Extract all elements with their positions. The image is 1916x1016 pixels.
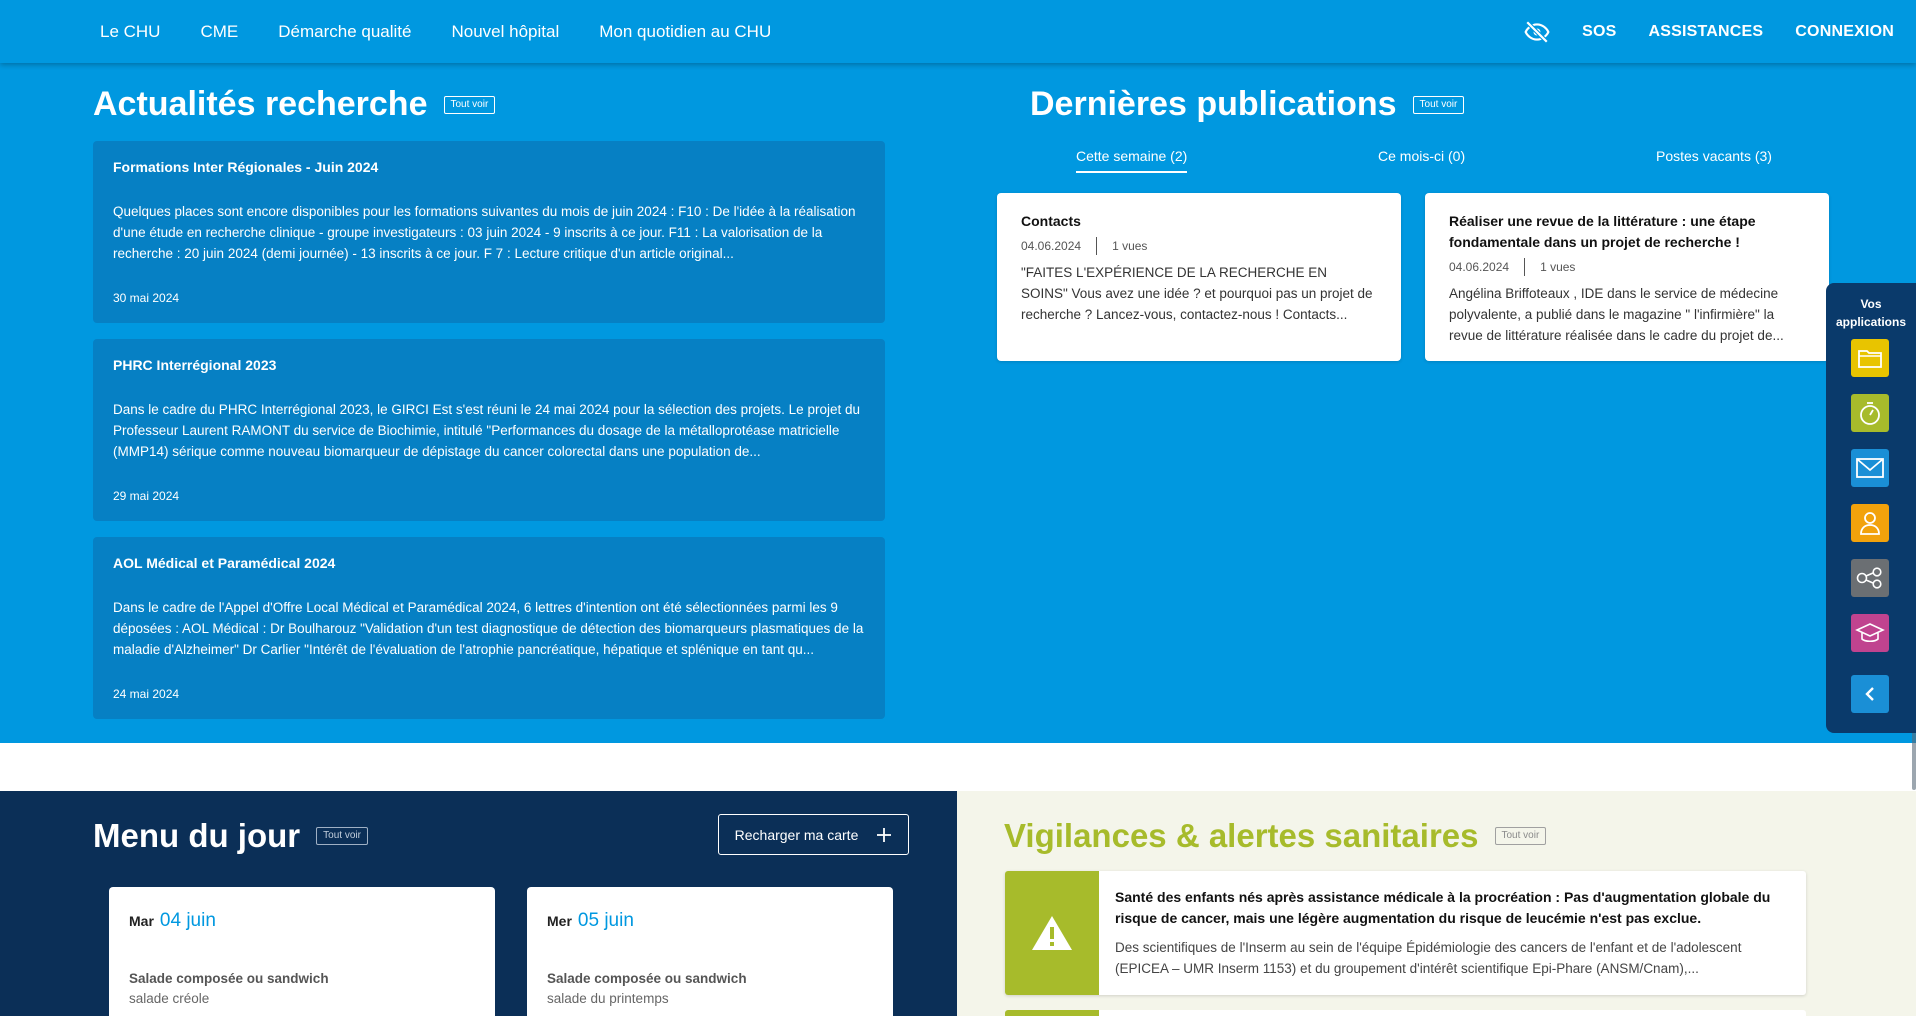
app-timer-button[interactable] bbox=[1851, 394, 1889, 432]
menu-see-all-button[interactable]: Tout voir bbox=[316, 827, 368, 845]
meta-divider bbox=[1096, 237, 1098, 255]
day-menu-header: Mer 05 juin bbox=[547, 910, 634, 932]
app-network-button[interactable] bbox=[1851, 559, 1889, 597]
mail-icon bbox=[1856, 458, 1884, 478]
warning-icon bbox=[1032, 916, 1072, 950]
vigilances-section-title: Vigilances & alertes sanitaires Tout voi… bbox=[1004, 817, 1547, 855]
publication-title: Contacts bbox=[1021, 213, 1081, 229]
publication-views: 1 vues bbox=[1540, 260, 1576, 274]
alert-icon-box bbox=[1005, 871, 1099, 995]
timer-icon bbox=[1860, 402, 1880, 425]
day-name: Mer bbox=[547, 913, 572, 929]
day-name: Mar bbox=[129, 913, 154, 929]
menu-section: Menu du jour Tout voir Recharger ma cart… bbox=[0, 791, 957, 1016]
news-card-date: 24 mai 2024 bbox=[113, 687, 180, 701]
research-see-all-button[interactable]: Tout voir bbox=[443, 95, 496, 114]
chevron-left-icon bbox=[1865, 687, 1874, 701]
network-icon bbox=[1856, 567, 1882, 589]
news-card-title: AOL Médical et Paramédical 2024 bbox=[113, 555, 336, 571]
publication-card[interactable]: Contacts 04.06.2024 1 vues "FAITES L'EXP… bbox=[997, 193, 1401, 361]
news-card[interactable]: Formations Inter Régionales - Juin 2024 … bbox=[93, 141, 885, 323]
alert-excerpt: Des scientifiques de l'Inserm au sein de… bbox=[1115, 940, 1742, 976]
news-card-date: 30 mai 2024 bbox=[113, 291, 180, 305]
user-icon bbox=[1860, 512, 1880, 535]
folder-icon bbox=[1858, 350, 1882, 368]
news-card[interactable]: AOL Médical et Paramédical 2024 Dans le … bbox=[93, 537, 885, 719]
nav-item-demarche-qualite[interactable]: Démarche qualité bbox=[278, 22, 411, 42]
news-card-title: Formations Inter Régionales - Juin 2024 bbox=[113, 159, 379, 175]
alert-title: Santé des enfants nés après assistance m… bbox=[1115, 889, 1771, 926]
day-menu-card[interactable]: Mar 04 juin Salade composée ou sandwich … bbox=[109, 887, 495, 1016]
top-navigation: Le CHU CME Démarche qualité Nouvel hôpit… bbox=[0, 0, 1916, 63]
app-user-button[interactable] bbox=[1851, 504, 1889, 542]
apps-panel-title: Vos applications bbox=[1826, 295, 1916, 331]
publication-excerpt: "FAITES L'EXPÉRIENCE DE LA RECHERCHE EN … bbox=[1021, 265, 1373, 322]
news-card-title: PHRC Interrégional 2023 bbox=[113, 357, 277, 373]
alert-card-partial[interactable] bbox=[1005, 1010, 1806, 1016]
collapse-panel-button[interactable] bbox=[1851, 675, 1889, 713]
reload-card-label: Recharger ma carte bbox=[734, 826, 859, 843]
alert-icon-box bbox=[1005, 1010, 1099, 1016]
publication-date: 04.06.2024 bbox=[1021, 239, 1082, 253]
research-title: Actualités recherche bbox=[93, 85, 428, 123]
news-card[interactable]: PHRC Interrégional 2023 Dans le cadre du… bbox=[93, 339, 885, 521]
assistances-link[interactable]: ASSISTANCES bbox=[1648, 23, 1763, 41]
reload-card-button[interactable]: Recharger ma carte bbox=[718, 814, 909, 855]
publication-date: 04.06.2024 bbox=[1449, 260, 1510, 274]
vigilances-title: Vigilances & alertes sanitaires bbox=[1004, 817, 1479, 854]
publication-excerpt: Angélina Briffoteaux , IDE dans le servi… bbox=[1449, 286, 1784, 343]
nav-actions: SOS ASSISTANCES CONNEXION bbox=[1524, 0, 1894, 63]
publications-section-title: Dernières publications Tout voir bbox=[1030, 85, 1465, 124]
nav-item-nouvel-hopital[interactable]: Nouvel hôpital bbox=[452, 22, 560, 42]
meta-divider bbox=[1524, 258, 1526, 276]
dish-category: Salade composée ou sandwich bbox=[547, 971, 747, 986]
nav-item-le-chu[interactable]: Le CHU bbox=[100, 22, 160, 42]
vigilances-section: Vigilances & alertes sanitaires Tout voi… bbox=[957, 791, 1916, 1016]
publications-tabs: Cette semaine (2) Ce mois-ci (0) Postes … bbox=[1000, 148, 1880, 178]
tab-cette-semaine[interactable]: Cette semaine (2) bbox=[1076, 148, 1188, 173]
apps-panel-title-line1: Vos bbox=[1860, 297, 1882, 311]
menu-title: Menu du jour bbox=[93, 817, 301, 854]
research-publications-section: Actualités recherche Tout voir Formation… bbox=[0, 63, 1916, 743]
news-card-excerpt: Quelques places sont encore disponibles … bbox=[113, 204, 856, 261]
apps-panel-title-line2: applications bbox=[1835, 315, 1906, 329]
news-card-date: 29 mai 2024 bbox=[113, 489, 180, 503]
dish-category: Salade composée ou sandwich bbox=[129, 971, 329, 986]
day-menu-header: Mar 04 juin bbox=[129, 910, 216, 932]
news-card-excerpt: Dans le cadre de l'Appel d'Offre Local M… bbox=[113, 600, 864, 657]
main-menu: Le CHU CME Démarche qualité Nouvel hôpit… bbox=[100, 0, 771, 63]
vigilances-see-all-button[interactable]: Tout voir bbox=[1494, 827, 1547, 845]
app-mail-button[interactable] bbox=[1851, 449, 1889, 487]
tab-ce-mois-ci[interactable]: Ce mois-ci (0) bbox=[1378, 148, 1465, 171]
publications-see-all-button[interactable]: Tout voir bbox=[1412, 95, 1465, 114]
publication-card[interactable]: Réaliser une revue de la littérature : u… bbox=[1425, 193, 1829, 361]
day-menu-card[interactable]: Mer 05 juin Salade composée ou sandwich … bbox=[527, 887, 893, 1016]
publication-meta: 04.06.2024 1 vues bbox=[1449, 258, 1805, 276]
nav-item-cme[interactable]: CME bbox=[200, 22, 238, 42]
app-education-button[interactable] bbox=[1851, 614, 1889, 652]
graduation-cap-icon bbox=[1855, 623, 1885, 643]
connexion-link[interactable]: CONNEXION bbox=[1795, 23, 1894, 41]
plus-icon bbox=[877, 827, 892, 842]
alert-card[interactable]: Santé des enfants nés après assistance m… bbox=[1005, 871, 1806, 995]
tab-postes-vacants[interactable]: Postes vacants (3) bbox=[1656, 148, 1772, 171]
publication-views: 1 vues bbox=[1112, 239, 1148, 253]
sos-link[interactable]: SOS bbox=[1582, 23, 1616, 41]
nav-item-mon-quotidien[interactable]: Mon quotidien au CHU bbox=[599, 22, 771, 42]
day-date: 05 juin bbox=[577, 910, 634, 931]
apps-panel: Vos applications bbox=[1826, 283, 1916, 733]
menu-section-title: Menu du jour Tout voir bbox=[93, 817, 368, 855]
day-date: 04 juin bbox=[159, 910, 216, 931]
dish-name: salade créole bbox=[129, 991, 210, 1006]
app-folder-button[interactable] bbox=[1851, 339, 1889, 377]
dish-name: salade du printemps bbox=[547, 991, 669, 1006]
publication-title: Réaliser une revue de la littérature : u… bbox=[1449, 213, 1756, 250]
eye-off-icon[interactable] bbox=[1524, 19, 1550, 45]
publication-meta: 04.06.2024 1 vues bbox=[1021, 237, 1377, 255]
news-card-excerpt: Dans le cadre du PHRC Interrégional 2023… bbox=[113, 402, 860, 459]
research-section-title: Actualités recherche Tout voir bbox=[93, 85, 496, 124]
publications-title: Dernières publications bbox=[1030, 85, 1397, 123]
